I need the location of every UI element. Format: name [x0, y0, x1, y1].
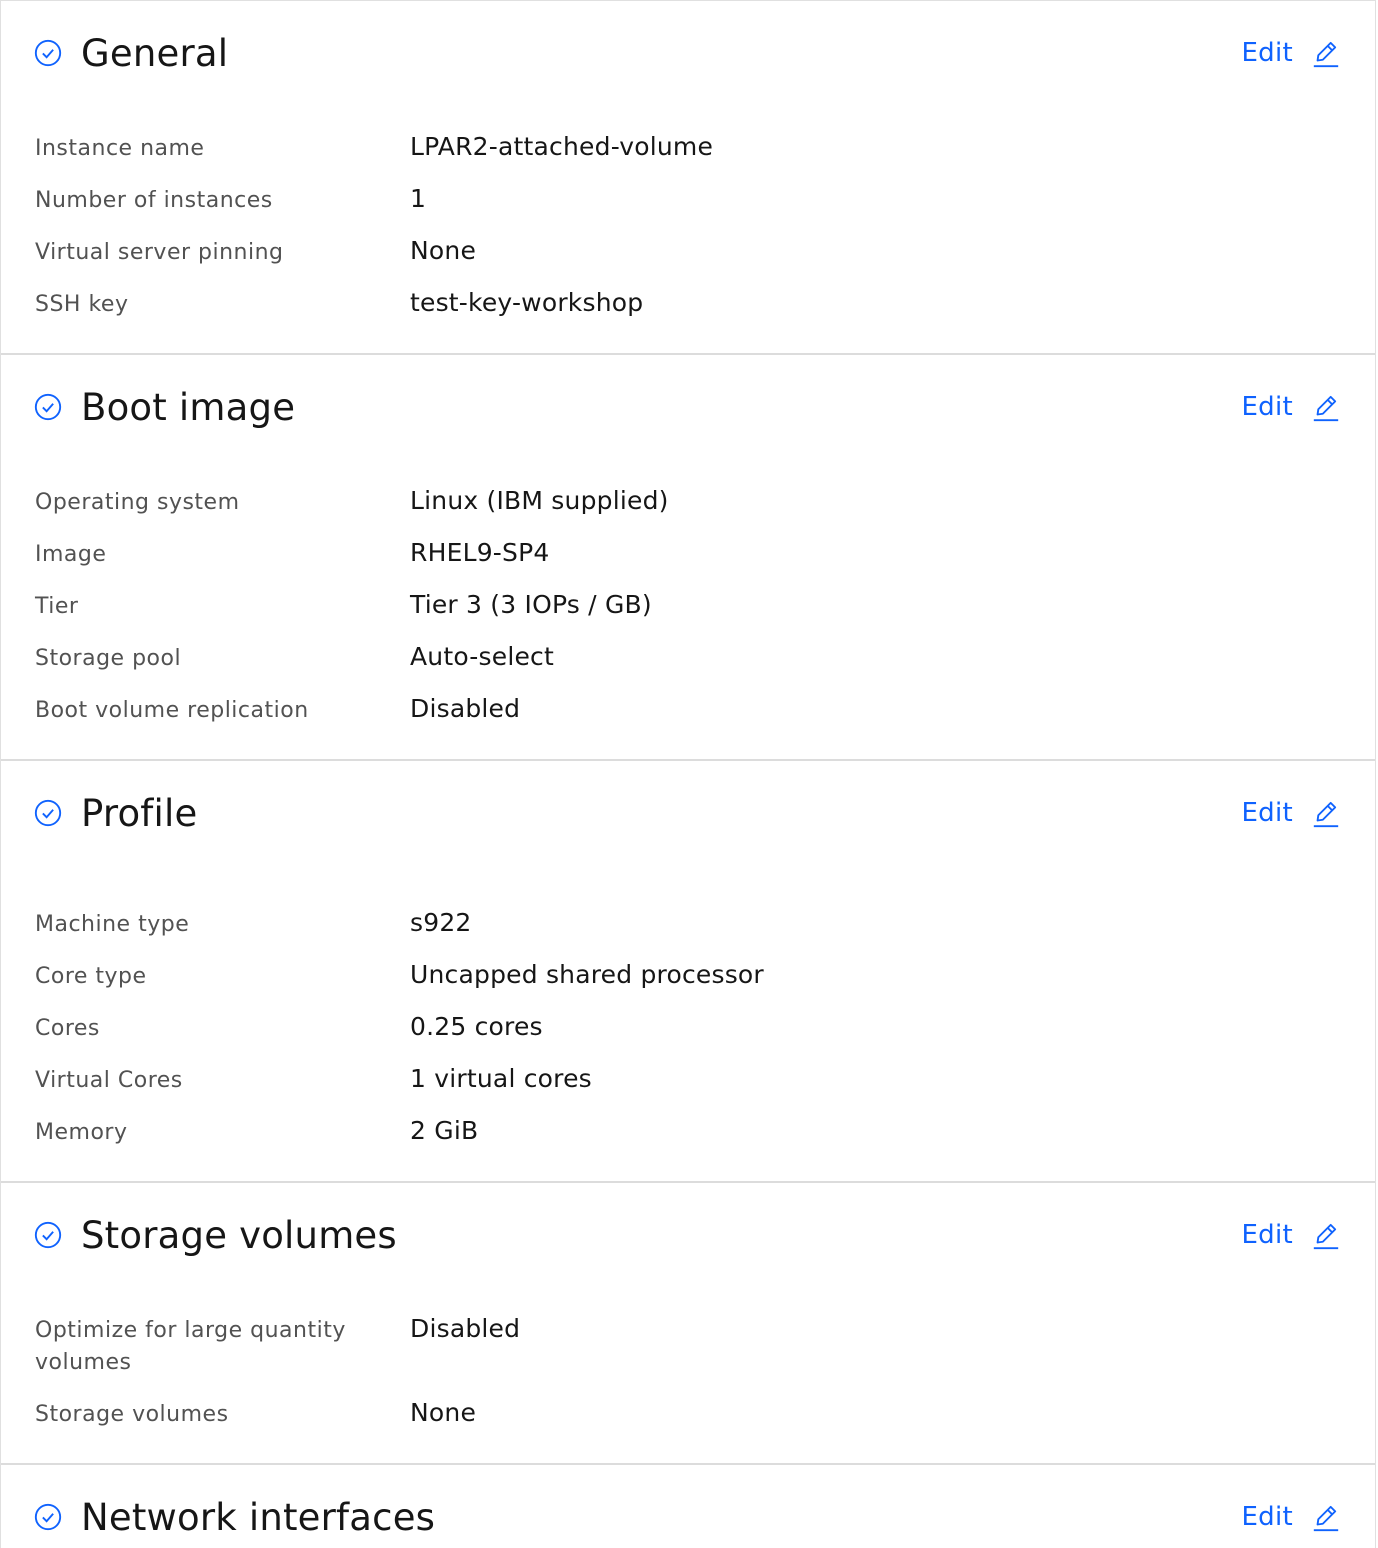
section-profile: Profile Edit Machine type s922 Core type…: [1, 761, 1375, 1183]
detail-row: Storage pool Auto-select: [35, 641, 1341, 693]
detail-value: 1 virtual cores: [410, 1064, 592, 1093]
edit-label: Edit: [1241, 392, 1293, 422]
detail-label: Operating system: [35, 490, 240, 515]
detail-label: Cores: [35, 1016, 100, 1041]
detail-label: Core type: [35, 964, 147, 989]
detail-label: Tier: [35, 594, 79, 619]
pencil-icon: [1313, 41, 1339, 68]
checkmark-outline-icon: [34, 1221, 62, 1249]
detail-label: Optimize for large quantity volumes: [35, 1318, 346, 1375]
edit-label: Edit: [1241, 1220, 1293, 1250]
detail-value: Tier 3 (3 IOPs / GB): [410, 590, 652, 619]
section-general: General Edit Instance name LPAR2-attache…: [1, 1, 1375, 355]
detail-label: Instance name: [35, 136, 205, 161]
section-network-interfaces: Network interfaces Edit: [1, 1465, 1375, 1548]
detail-row: Instance name LPAR2-attached-volume: [35, 131, 1341, 183]
detail-row: Tier Tier 3 (3 IOPs / GB): [35, 589, 1341, 641]
edit-label: Edit: [1241, 38, 1293, 68]
edit-label: Edit: [1241, 798, 1293, 828]
checkmark-outline-icon: [34, 799, 62, 827]
details-list: Operating system Linux (IBM supplied) Im…: [35, 485, 1341, 745]
edit-storage-volumes-button[interactable]: Edit: [1241, 1219, 1341, 1251]
detail-value: RHEL9-SP4: [410, 538, 550, 567]
detail-row: Image RHEL9-SP4: [35, 537, 1341, 589]
edit-network-interfaces-button[interactable]: Edit: [1241, 1501, 1341, 1533]
pencil-icon: [1313, 1505, 1339, 1532]
detail-label: Storage pool: [35, 646, 182, 671]
summary-page: General Edit Instance name LPAR2-attache…: [0, 0, 1376, 1548]
detail-row: SSH key test-key-workshop: [35, 287, 1341, 339]
section-title: Network interfaces: [81, 1495, 436, 1539]
pencil-icon: [1313, 1223, 1339, 1250]
section-header: Profile Edit: [33, 791, 1341, 835]
detail-label: Boot volume replication: [35, 698, 309, 723]
pencil-icon: [1313, 395, 1339, 422]
checkmark-outline-icon: [34, 393, 62, 421]
section-header: General Edit: [33, 31, 1341, 75]
detail-label: Memory: [35, 1120, 128, 1145]
checkmark-outline-icon: [34, 1503, 62, 1531]
detail-value: Linux (IBM supplied): [410, 486, 669, 515]
detail-value: 2 GiB: [410, 1116, 479, 1145]
detail-value: Disabled: [410, 1314, 521, 1343]
detail-value: 1: [410, 184, 427, 213]
detail-row: Operating system Linux (IBM supplied): [35, 485, 1341, 537]
detail-label: SSH key: [35, 292, 129, 317]
detail-row: Virtual Cores 1 virtual cores: [35, 1063, 1341, 1115]
section-header: Network interfaces Edit: [33, 1495, 1341, 1539]
section-title: Storage volumes: [81, 1213, 397, 1257]
detail-value: Auto-select: [410, 642, 555, 671]
detail-value: None: [410, 1398, 477, 1427]
detail-label: Storage volumes: [35, 1402, 229, 1427]
detail-row: Machine type s922: [35, 907, 1341, 959]
section-title: Boot image: [81, 385, 296, 429]
detail-row: Core type Uncapped shared processor: [35, 959, 1341, 1011]
detail-row: Virtual server pinning None: [35, 235, 1341, 287]
detail-row: Optimize for large quantity volumes Disa…: [35, 1313, 1341, 1397]
section-storage-volumes: Storage volumes Edit Optimize for large …: [1, 1183, 1375, 1465]
details-list: Machine type s922 Core type Uncapped sha…: [35, 907, 1341, 1167]
edit-profile-button[interactable]: Edit: [1241, 797, 1341, 829]
detail-row: Memory 2 GiB: [35, 1115, 1341, 1167]
detail-value: Disabled: [410, 694, 521, 723]
detail-value: test-key-workshop: [410, 288, 644, 317]
detail-label: Number of instances: [35, 188, 273, 213]
detail-row: Cores 0.25 cores: [35, 1011, 1341, 1063]
detail-label: Virtual Cores: [35, 1068, 183, 1093]
detail-value: Uncapped shared processor: [410, 960, 764, 989]
details-list: Optimize for large quantity volumes Disa…: [35, 1313, 1341, 1449]
detail-value: s922: [410, 908, 472, 937]
checkmark-outline-icon: [34, 39, 62, 67]
pencil-icon: [1313, 801, 1339, 828]
detail-row: Storage volumes None: [35, 1397, 1341, 1449]
detail-value: None: [410, 236, 477, 265]
detail-value: LPAR2-attached-volume: [410, 132, 714, 161]
section-boot-image: Boot image Edit Operating system Linux (…: [1, 355, 1375, 761]
detail-label: Virtual server pinning: [35, 240, 284, 265]
section-header: Storage volumes Edit: [33, 1213, 1341, 1257]
detail-row: Boot volume replication Disabled: [35, 693, 1341, 745]
section-title: General: [81, 31, 229, 75]
details-list: Instance name LPAR2-attached-volume Numb…: [35, 131, 1341, 339]
section-header: Boot image Edit: [33, 385, 1341, 429]
detail-label: Image: [35, 542, 107, 567]
detail-value: 0.25 cores: [410, 1012, 543, 1041]
section-title: Profile: [81, 791, 198, 835]
edit-label: Edit: [1241, 1502, 1293, 1532]
edit-general-button[interactable]: Edit: [1241, 37, 1341, 69]
edit-boot-image-button[interactable]: Edit: [1241, 391, 1341, 423]
detail-label: Machine type: [35, 912, 190, 937]
detail-row: Number of instances 1: [35, 183, 1341, 235]
